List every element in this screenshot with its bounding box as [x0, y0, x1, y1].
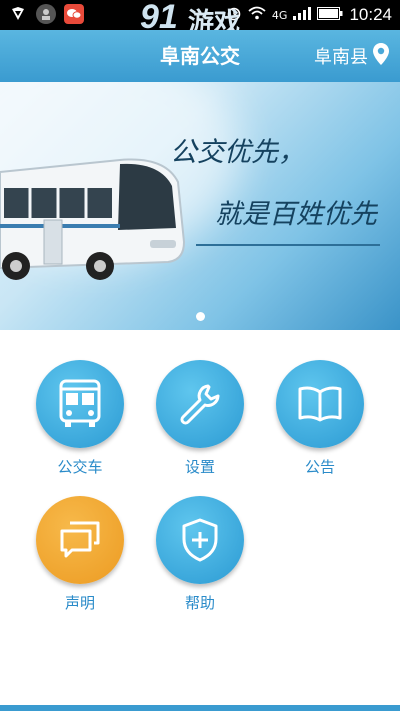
shield-icon — [8, 4, 28, 24]
bus-icon — [59, 379, 101, 427]
menu-item-help[interactable]: 帮助 — [140, 496, 260, 613]
menu-item-bus[interactable]: 公交车 — [20, 360, 140, 477]
menu-item-settings[interactable]: 设置 — [140, 360, 260, 477]
notification-icons — [8, 4, 84, 24]
menu-item-statement[interactable]: 声明 — [20, 496, 140, 613]
wechat-icon — [64, 4, 84, 24]
location-label: 阜南县 — [314, 47, 368, 68]
location-selector[interactable]: 阜南县 — [314, 30, 390, 82]
menu-label-notice: 公告 — [304, 458, 335, 476]
alarm-icon — [226, 5, 242, 25]
banner-carousel[interactable]: 公交优先， 就是百姓优先 — [0, 82, 400, 330]
menu-label-settings: 设置 — [184, 458, 215, 476]
book-icon — [298, 386, 342, 422]
app-header: 阜南公交 阜南县 — [0, 30, 400, 82]
carousel-dot-active[interactable] — [195, 312, 205, 321]
carousel-indicator — [0, 312, 400, 321]
banner-headline-1: 公交优先， — [170, 137, 305, 168]
banner-headline-2: 就是百姓优先 — [215, 199, 377, 230]
system-icons: 4G 10:24 — [226, 0, 392, 30]
app-icon — [36, 4, 56, 24]
menu-label-statement: 声明 — [64, 594, 95, 612]
wifi-icon — [248, 6, 266, 24]
location-pin-icon — [372, 42, 390, 71]
status-bar: 4G 10:24 — [0, 0, 400, 30]
network-type: 4G — [271, 8, 288, 22]
wrench-icon — [180, 384, 220, 425]
battery-icon — [317, 6, 343, 24]
banner-divider — [196, 244, 380, 246]
menu-item-notice[interactable]: 公告 — [260, 360, 380, 477]
chat-icon — [60, 521, 100, 558]
signal-icon — [293, 6, 312, 24]
clock: 10:24 — [349, 5, 392, 24]
bottom-bar — [0, 705, 400, 711]
menu-label-help: 帮助 — [184, 594, 215, 612]
menu-label-bus: 公交车 — [57, 458, 103, 476]
shield-plus-icon — [182, 518, 218, 562]
